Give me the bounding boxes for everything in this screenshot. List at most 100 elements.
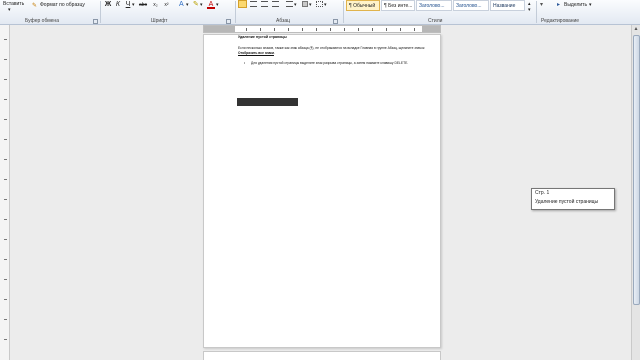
highlight-dropdown-icon[interactable]: ▾ bbox=[200, 2, 203, 8]
document-heading: Удаление пустой страницы bbox=[238, 35, 287, 39]
clipboard-launcher-icon[interactable] bbox=[93, 19, 98, 24]
ruler-margin-right bbox=[422, 26, 440, 32]
ruler-tick bbox=[4, 239, 7, 240]
borders-dropdown-icon[interactable]: ▾ bbox=[324, 2, 327, 8]
underline-dropdown-icon[interactable]: ▾ bbox=[132, 2, 135, 8]
tooltip-page-number: Стр. 1 bbox=[535, 190, 550, 196]
document-page[interactable]: Удаление пустой страницы Если несколько … bbox=[203, 34, 441, 348]
format-painter-button[interactable]: Формат по образцу bbox=[40, 2, 85, 8]
borders-icon[interactable] bbox=[316, 1, 323, 7]
paragraph-launcher-icon[interactable] bbox=[333, 19, 338, 24]
show-all-link[interactable]: Отобразить все знаки bbox=[238, 51, 274, 55]
ruler-tick bbox=[414, 28, 415, 31]
ruler-tick bbox=[4, 139, 7, 140]
document-paragraph: Если несколько знаков, также как знак аб… bbox=[238, 46, 425, 55]
text-effects-dropdown-icon[interactable]: ▾ bbox=[186, 2, 189, 8]
ruler-tick bbox=[4, 119, 7, 120]
style-normal[interactable]: ¶ Обычный bbox=[346, 0, 380, 11]
ruler-margin-left bbox=[204, 26, 235, 32]
bullet-text: Для удаления пустой страницы выделите зн… bbox=[251, 61, 409, 65]
ruler-tick bbox=[344, 28, 345, 31]
ruler-tick bbox=[4, 79, 7, 80]
ruler-tick bbox=[4, 159, 7, 160]
vertical-ruler[interactable] bbox=[0, 25, 10, 360]
styles-group: ¶ Обычный ¶ Без инте... Заголово... Заго… bbox=[344, 0, 536, 25]
editing-group-label: Редактирование bbox=[541, 18, 580, 24]
ruler-tick bbox=[4, 39, 7, 40]
ruler-tick bbox=[330, 28, 331, 31]
paste-dropdown-icon[interactable]: ▾ bbox=[8, 7, 11, 13]
font-color-dropdown-icon[interactable]: ▾ bbox=[216, 2, 219, 8]
select-dropdown-icon[interactable]: ▾ bbox=[589, 2, 592, 8]
ruler-tick bbox=[316, 28, 317, 31]
strikethrough-button[interactable]: abc bbox=[137, 1, 149, 9]
clipboard-group-label: Буфер обмена bbox=[25, 18, 59, 24]
font-launcher-icon[interactable] bbox=[226, 19, 231, 24]
ruler-tick bbox=[4, 319, 7, 320]
bold-button[interactable]: Ж bbox=[104, 1, 112, 9]
ruler-tick bbox=[358, 28, 359, 31]
shading-dropdown-icon[interactable]: ▾ bbox=[309, 2, 312, 8]
align-right-icon[interactable] bbox=[261, 1, 268, 7]
style-no-spacing[interactable]: ¶ Без инте... bbox=[381, 0, 415, 11]
clipboard-group: Вставить ▾ ✎ Формат по образцу Буфер обм… bbox=[0, 0, 100, 25]
ruler-tick bbox=[288, 28, 289, 31]
subscript-button[interactable]: x₂ bbox=[151, 1, 160, 9]
select-icon: ▸ bbox=[557, 2, 561, 8]
shading-icon[interactable] bbox=[302, 1, 308, 7]
ribbon: Вставить ▾ ✎ Формат по образцу Буфер обм… bbox=[0, 0, 640, 25]
paragraph-group-label: Абзац bbox=[276, 18, 291, 24]
ruler-tick bbox=[372, 28, 373, 31]
ruler-tick bbox=[4, 219, 7, 220]
styles-more-icon[interactable]: ▾ bbox=[528, 7, 531, 13]
align-center-icon[interactable] bbox=[250, 1, 257, 7]
styles-group-label: Стили bbox=[428, 18, 443, 24]
italic-button[interactable]: К bbox=[114, 1, 122, 9]
horizontal-ruler[interactable] bbox=[203, 25, 441, 33]
selected-page-break[interactable] bbox=[237, 98, 298, 106]
underline-button[interactable]: Ч bbox=[124, 1, 132, 9]
ruler-tick bbox=[4, 279, 7, 280]
ruler-tick bbox=[4, 179, 7, 180]
font-group: Ж К Ч ▾ abc x₂ x² A ▾ ✎ ▾ A ▾ Шрифт bbox=[101, 0, 235, 25]
format-painter-icon: ✎ bbox=[32, 3, 38, 9]
change-styles-icon[interactable]: ▾ bbox=[540, 1, 543, 8]
paragraph-group: ▾ ▾ ▾ Абзац bbox=[236, 0, 342, 25]
ruler-tick bbox=[400, 28, 401, 31]
ruler-tick bbox=[4, 299, 7, 300]
superscript-button[interactable]: x² bbox=[162, 1, 171, 9]
scroll-thumb[interactable] bbox=[633, 35, 640, 305]
ruler-tick bbox=[4, 339, 7, 340]
style-heading-1[interactable]: Заголово... bbox=[416, 0, 452, 11]
ruler-tick bbox=[386, 28, 387, 31]
page-tooltip: Стр. 1 Удаление пустой страницы bbox=[531, 188, 615, 210]
select-button[interactable]: Выделить bbox=[564, 2, 587, 8]
ruler-tick bbox=[246, 28, 247, 31]
word-window: Вставить ▾ ✎ Формат по образцу Буфер обм… bbox=[0, 0, 640, 360]
justify-icon[interactable] bbox=[272, 1, 279, 7]
ruler-tick bbox=[4, 99, 7, 100]
document-page-2[interactable] bbox=[203, 351, 441, 360]
align-left-icon[interactable] bbox=[238, 0, 247, 8]
ruler-tick bbox=[260, 28, 261, 31]
ruler-tick bbox=[4, 59, 7, 60]
paste-button[interactable]: Вставить bbox=[3, 1, 24, 7]
bullet-icon: • bbox=[244, 61, 246, 65]
line-spacing-dropdown-icon[interactable]: ▾ bbox=[294, 2, 297, 8]
ruler-tick bbox=[274, 28, 275, 31]
font-color-button[interactable]: A bbox=[207, 1, 215, 9]
ruler-tick bbox=[4, 199, 7, 200]
text-effects-icon[interactable]: A bbox=[179, 1, 184, 8]
editing-group: ▾ ▸ Выделить ▾ Редактирование bbox=[537, 0, 640, 25]
vertical-scrollbar[interactable]: ▴ bbox=[631, 25, 640, 360]
scroll-up-icon[interactable]: ▴ bbox=[632, 25, 640, 33]
line-spacing-icon[interactable] bbox=[286, 1, 293, 7]
font-group-label: Шрифт bbox=[151, 18, 168, 24]
tooltip-heading: Удаление пустой страницы bbox=[535, 199, 599, 205]
style-heading-2[interactable]: Заголово... bbox=[453, 0, 489, 11]
ruler-tick bbox=[302, 28, 303, 31]
highlight-icon[interactable]: ✎ bbox=[193, 0, 199, 8]
ruler-tick bbox=[4, 259, 7, 260]
style-title[interactable]: Название bbox=[490, 0, 525, 11]
paragraph-text: Если несколько знаков, также как знак аб… bbox=[238, 46, 425, 50]
